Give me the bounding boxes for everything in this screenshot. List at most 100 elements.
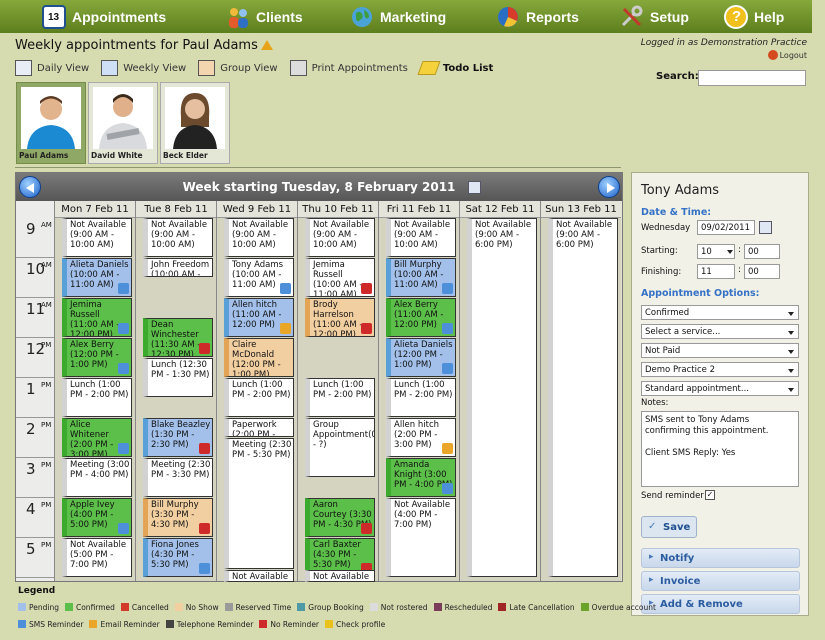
appointment[interactable]: Not Available (9:00 AM - 10:00 AM) <box>62 218 132 257</box>
staff-card-david-white[interactable]: David White <box>88 82 158 164</box>
appointment[interactable]: Not Available (9:00 AM - 10:00 AM) <box>386 218 456 257</box>
day-header[interactable]: Fri 11 Feb 11 <box>379 201 459 218</box>
legend-label: Telephone Reminder <box>176 620 254 629</box>
appointment[interactable]: Meeting (2:30 PM - 3:30 PM) <box>143 458 213 497</box>
sms-reminder-icon <box>118 363 129 374</box>
invoice-section[interactable]: Invoice <box>641 571 800 591</box>
appointment[interactable]: Alex Berry (12:00 PM - 1:00 PM) <box>62 338 132 377</box>
nav-appointments[interactable]: 13 Appointments <box>42 0 166 33</box>
appointment[interactable]: Aaron Courtey (3:30 PM - 4:30 PM) <box>305 498 375 537</box>
appointment[interactable]: Alieta Daniels (10:00 AM - 11:00 AM) <box>62 258 132 297</box>
appointment[interactable]: Group Appointment(0,4 - ?) <box>305 418 375 477</box>
nav-setup[interactable]: Setup <box>620 0 689 33</box>
nav-marketing[interactable]: Marketing <box>350 0 446 33</box>
appointment[interactable]: Blake Beazley (1:30 PM - 2:30 PM) <box>143 418 213 457</box>
todo-list-button[interactable]: Todo List <box>417 61 493 75</box>
weekly-view-button[interactable]: Weekly View <box>101 60 186 76</box>
legend-swatch <box>18 603 26 611</box>
finish-minute-select[interactable]: 00 <box>744 264 780 279</box>
no-reminder-icon <box>361 323 372 334</box>
nav-help-label: Help <box>754 8 785 25</box>
notify-section[interactable]: Notify <box>641 548 800 568</box>
appointment[interactable]: Not Available (9:00 AM - 10:00 AM) <box>143 218 213 257</box>
appointment-text: John Freedom (10:00 AM - <box>151 260 210 277</box>
appointment[interactable]: Not Available (9:00 AM - 6:00 PM) <box>467 218 537 577</box>
appointment[interactable]: Bill Murphy (10:00 AM - 11:00 AM) <box>386 258 456 297</box>
appointment[interactable]: Bill Murphy (3:30 PM - 4:30 PM) <box>143 498 213 537</box>
appointment[interactable]: Lunch (1:00 PM - 2:00 PM) <box>305 378 375 417</box>
appointment[interactable]: Not Available (4:00 PM - 7:00 PM) <box>386 498 456 577</box>
appointment[interactable]: Not Available (9:00 AM - 10:00 AM) <box>224 218 294 257</box>
appointment-type-select[interactable]: Standard appointment... <box>641 381 799 396</box>
logout-link[interactable]: Logout <box>767 50 807 60</box>
appointment[interactable]: Meeting (2:30 PM - 5:30 PM) <box>224 438 294 569</box>
practice-select[interactable]: Demo Practice 2 <box>641 362 799 377</box>
day-header[interactable]: Sat 12 Feb 11 <box>460 201 540 218</box>
day-header[interactable]: Tue 8 Feb 11 <box>136 201 216 218</box>
day-header[interactable]: Thu 10 Feb 11 <box>298 201 378 218</box>
appointment[interactable]: Tony Adams (10:00 AM - 11:00 AM) <box>224 258 294 297</box>
staff-card-paul-adams[interactable]: Paul Adams <box>16 82 86 164</box>
appointment[interactable]: Not Available (5:00 PM - 7:00 PM) <box>62 538 132 577</box>
staff-card-beck-elder[interactable]: Beck Elder <box>160 82 230 164</box>
appointment[interactable]: Lunch (12:30 PM - 1:30 PM) <box>143 358 213 397</box>
add-remove-section[interactable]: Add & Remove <box>641 594 800 614</box>
appointment[interactable]: Not Available (9:00 AM - 10:00 AM) <box>305 218 375 257</box>
nav-reports[interactable]: Reports <box>496 0 579 33</box>
day-header[interactable]: Mon 7 Feb 11 <box>55 201 135 218</box>
date-field[interactable]: 09/02/2011 <box>697 220 755 235</box>
appointment[interactable]: Alex Berry (11:00 AM - 12:00 PM) <box>386 298 456 337</box>
calendar-icon[interactable] <box>759 221 772 234</box>
appointment[interactable]: Paperwork (2:00 PM - 2:30 PM) <box>224 418 294 437</box>
appointment[interactable]: Alice Whitener (2:00 PM - 3:00 PM) <box>62 418 132 457</box>
notes-textarea[interactable]: SMS sent to Tony Adams confirming this a… <box>641 411 799 487</box>
legend-swatch <box>259 620 268 628</box>
finish-hour-select[interactable]: 11 <box>697 264 735 279</box>
appointment[interactable]: Jemima Russell (10:00 AM - 11:00 AM) <box>305 258 375 297</box>
appointment[interactable]: Not Available (9:00 AM - 6:00 PM) <box>548 218 618 577</box>
previous-week-button[interactable] <box>19 176 41 198</box>
status-select[interactable]: Confirmed <box>641 305 799 320</box>
day-header[interactable]: Sun 13 Feb 11 <box>541 201 621 218</box>
service-select[interactable]: Select a service... <box>641 324 799 339</box>
start-minute-select[interactable]: 00 <box>744 244 780 259</box>
save-button[interactable]: ✓ Save <box>641 516 697 538</box>
appointment[interactable]: Dean Winchester (11:30 AM - 12:30 PM) <box>143 318 213 357</box>
appointment-text: Not Available (9:00 AM - 10:00 AM) <box>313 220 370 250</box>
search-input[interactable] <box>698 70 806 86</box>
send-reminder-checkbox[interactable]: ✓ <box>705 490 715 500</box>
time-slot-label: 2 PM <box>16 418 54 458</box>
appointment-text: Not Available (5:30 PM - 7:00 PM) <box>232 572 289 582</box>
appointment[interactable]: Fiona Jones (4:30 PM - 5:30 PM) <box>143 538 213 577</box>
next-week-button[interactable] <box>598 176 620 198</box>
hour-label: 9 <box>26 220 36 238</box>
appointment[interactable]: Alieta Daniels (12:00 PM - 1:00 PM) <box>386 338 456 377</box>
appointment[interactable]: Meeting (3:00 PM - 4:00 PM) <box>62 458 132 497</box>
top-navigation: 13 Appointments Clients Marketing Report… <box>0 0 812 33</box>
appointment[interactable]: Allen hitch (11:00 AM - 12:00 PM) <box>224 298 294 337</box>
appointment[interactable]: Apple Ivey (4:00 PM - 5:00 PM) <box>62 498 132 537</box>
appointment[interactable]: Claire McDonald (12:00 PM - 1:00 PM) <box>224 338 294 377</box>
appointment-text: Brody Harrelson (11:00 AM - 12:00 PM) <box>313 300 363 337</box>
print-appointments-button[interactable]: Print Appointments <box>289 60 408 76</box>
appointment[interactable]: Lunch (1:00 PM - 2:00 PM) <box>224 378 294 417</box>
appointment-text: Bill Murphy (3:30 PM - 4:30 PM) <box>151 500 199 530</box>
appointment[interactable]: Jemima Russell (11:00 AM - 12:00 PM) <box>62 298 132 337</box>
nav-clients[interactable]: Clients <box>226 0 303 33</box>
appointment[interactable]: Lunch (1:00 PM - 2:00 PM) <box>62 378 132 417</box>
appointment[interactable]: Allen hitch (2:00 PM - 3:00 PM) <box>386 418 456 457</box>
nav-help[interactable]: ? Help <box>724 0 784 33</box>
time-slot-label: 11 AM <box>16 298 54 338</box>
appointment[interactable]: Not Available (5:30 PM - 7:00 PM) <box>305 570 375 582</box>
legend-item: No Show <box>174 603 219 612</box>
day-header[interactable]: Wed 9 Feb 11 <box>217 201 297 218</box>
daily-view-button[interactable]: Daily View <box>15 60 89 76</box>
appointment[interactable]: Lunch (1:00 PM - 2:00 PM) <box>386 378 456 417</box>
payment-select[interactable]: Not Paid <box>641 343 799 358</box>
appointment[interactable]: Not Available (5:30 PM - 7:00 PM) <box>224 570 294 582</box>
appointment[interactable]: Brody Harrelson (11:00 AM - 12:00 PM) <box>305 298 375 337</box>
date-picker-icon[interactable] <box>468 181 481 194</box>
appointment[interactable]: John Freedom (10:00 AM - <box>143 258 213 277</box>
appointment[interactable]: Amanda Knight (3:00 PM - 4:00 PM) <box>386 458 456 497</box>
group-view-button[interactable]: Group View <box>198 60 278 76</box>
